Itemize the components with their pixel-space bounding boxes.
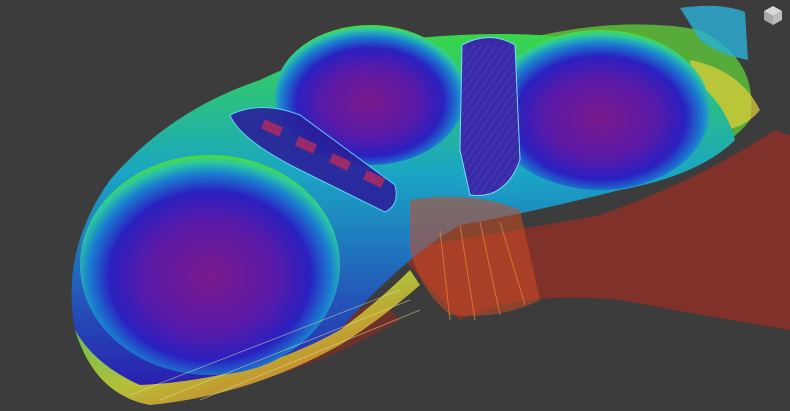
view-cube-icon[interactable]: [762, 4, 784, 26]
dome-left: [80, 155, 340, 375]
dome-right: [490, 30, 710, 190]
structural-fan: [410, 196, 540, 316]
central-spine-mesh: [462, 45, 520, 195]
point-cloud-render[interactable]: [0, 0, 790, 411]
3d-viewport[interactable]: [0, 0, 790, 411]
